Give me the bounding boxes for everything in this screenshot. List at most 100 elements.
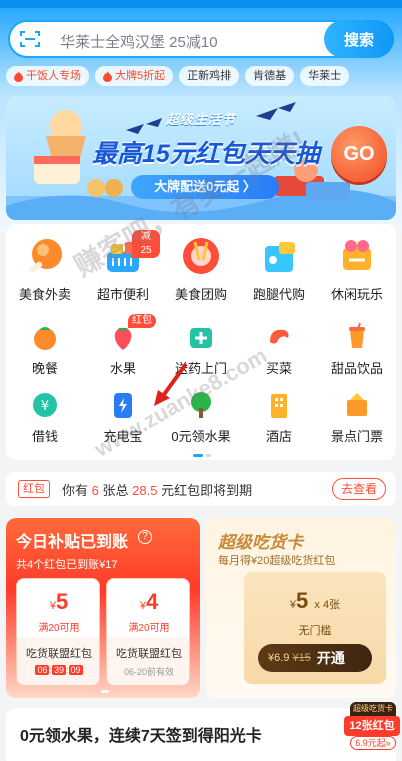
category-dessert-drink[interactable]: 甜品饮品 xyxy=(320,322,394,377)
grid-pager xyxy=(193,454,211,457)
promo-banner[interactable]: 超级生活节 最高15元红包天天抽 大牌配送0元起 〉 GO xyxy=(6,96,396,220)
hot-tags: 干饭人专场 大牌5折起 正新鸡排 肯德基 华莱士 xyxy=(6,66,350,86)
dinner-icon xyxy=(30,322,60,352)
coupon-expiry: 06-20前有效 xyxy=(123,667,175,677)
redpacket-reminder[interactable]: 红包 你有 6 张总 28.5 元红包即将到期 去查看 xyxy=(6,472,396,506)
foodie-title: 超级吃货卡 xyxy=(218,533,303,552)
tag-label: 大牌5折起 xyxy=(115,70,166,82)
coupon-card[interactable]: ¥5 满20可用 吃货联盟红包 06:39:09 xyxy=(16,578,100,686)
category-food-delivery[interactable]: 美食外卖 xyxy=(8,234,82,303)
leisure-icon xyxy=(335,234,379,278)
foodie-offer: ¥5 x 4张 无门槛 ¥6.9 ¥15 开通 xyxy=(244,572,386,684)
category-label: 跑腿代购 xyxy=(252,287,305,302)
redpacket-amount: 28.5 xyxy=(132,483,158,498)
category-ticket[interactable]: 景点门票 xyxy=(320,390,394,445)
category-leisure[interactable]: 休闲玩乐 xyxy=(320,234,394,303)
floating-foodie-badge[interactable]: 超级吃货卡 12张红包 6.9元起» xyxy=(344,702,400,750)
category-label: 休闲玩乐 xyxy=(330,287,383,302)
yuan-coin-icon: ¥ xyxy=(30,390,60,420)
category-label: 美食外卖 xyxy=(18,287,71,302)
free-fruit-title: 0元领水果，连续7天签到得阳光卡 xyxy=(20,728,262,745)
category-grocery[interactable]: 买菜 xyxy=(242,322,316,377)
status-strip xyxy=(0,0,402,8)
category-label: 景点门票 xyxy=(330,429,383,444)
pager-dot-active xyxy=(193,454,203,457)
subsidy-title: 今日补贴已到账 xyxy=(16,534,129,551)
go-button[interactable]: GO xyxy=(331,126,387,182)
ticket-icon xyxy=(342,390,372,420)
hotel-icon xyxy=(264,390,294,420)
activate-button[interactable]: ¥6.9 ¥15 开通 xyxy=(258,644,372,672)
fried-chicken-icon xyxy=(23,234,67,278)
subsidy-desc: 共4个红包已到账¥17 xyxy=(16,559,118,571)
category-label: 酒店 xyxy=(265,429,292,444)
tag-label: 华莱士 xyxy=(308,70,342,82)
free-fruit-card[interactable]: 0元领水果，连续7天签到得阳光卡 xyxy=(6,708,396,761)
category-label: 超市便利 xyxy=(96,287,149,302)
food-group-icon xyxy=(179,234,223,278)
delivery-bag-icon xyxy=(257,234,301,278)
tag-label: 正新鸡排 xyxy=(187,70,232,82)
scan-icon[interactable] xyxy=(20,30,40,48)
coupon-amount: ¥5 xyxy=(49,589,69,614)
category-label: 买菜 xyxy=(265,361,292,376)
fire-icon xyxy=(14,70,23,82)
category-label: 借钱 xyxy=(31,429,58,444)
tag-label: 肯德基 xyxy=(253,70,287,82)
coupon-card[interactable]: ¥4 满20可用 吃货联盟红包 06-20前有效 xyxy=(106,578,190,686)
pager-dot xyxy=(206,454,211,457)
tag-label: 干饭人专场 xyxy=(26,70,81,82)
svg-text:¥: ¥ xyxy=(41,399,49,414)
category-label: 水果 xyxy=(109,361,136,376)
drink-icon xyxy=(342,322,372,352)
medicine-icon xyxy=(186,322,216,352)
tree-icon xyxy=(186,390,216,420)
coupon-countdown: 06:39:09 xyxy=(35,665,83,675)
banner-subtitle: 超级生活节 xyxy=(166,112,237,127)
category-loan[interactable]: ¥ 借钱 xyxy=(8,390,82,445)
banner-cta[interactable]: 大牌配送0元起 〉 xyxy=(131,175,279,199)
shrimp-icon xyxy=(264,322,294,352)
category-grid: 美食外卖 减25 超市便利 美食团购 跑腿代购 休闲玩乐 晚餐 红包 水果 送药… xyxy=(6,224,396,460)
foodie-threshold: 无门槛 xyxy=(298,625,332,637)
foodie-card[interactable]: 超级吃货卡 每月得¥20超级吃货红包 ¥5 x 4张 无门槛 ¥6.9 ¥15 … xyxy=(206,518,396,698)
category-dinner[interactable]: 晚餐 xyxy=(8,322,82,377)
redpacket-text: 你有 6 张总 28.5 元红包即将到期 xyxy=(62,483,253,498)
category-label: 晚餐 xyxy=(31,361,58,376)
redpacket-badge: 红包 xyxy=(128,314,156,328)
redpacket-tag: 红包 xyxy=(18,480,50,498)
category-label: 充电宝 xyxy=(103,429,143,444)
view-redpacket-button[interactable]: 去查看 xyxy=(332,478,386,500)
daily-subsidy-card[interactable]: 今日补贴已到账 ? 共4个红包已到账¥17 ¥5 满20可用 吃货联盟红包 06… xyxy=(6,518,200,698)
category-power-bank[interactable]: 充电宝 xyxy=(86,390,160,445)
coupon-pager xyxy=(101,690,116,693)
search-input[interactable]: 华莱士全鸡汉堡 25减10 xyxy=(60,31,218,52)
tag-chip[interactable]: 大牌5折起 xyxy=(95,66,174,86)
tag-chip[interactable]: 正新鸡排 xyxy=(179,66,240,86)
coupon-name: 吃货联盟红包 xyxy=(116,648,182,660)
help-icon[interactable]: ? xyxy=(138,530,152,544)
banner-title: 最高15元红包天天抽 xyxy=(92,140,320,168)
category-hotel[interactable]: 酒店 xyxy=(242,390,316,445)
coupon-condition: 满20可用 xyxy=(128,623,170,634)
tag-chip[interactable]: 肯德基 xyxy=(245,66,295,86)
redpacket-count: 6 xyxy=(91,483,99,498)
category-label: 甜品饮品 xyxy=(330,361,383,376)
category-supermarket[interactable]: 减25 超市便利 xyxy=(86,230,160,303)
tag-chip[interactable]: 干饭人专场 xyxy=(6,66,89,86)
coupon-condition: 满20可用 xyxy=(38,623,80,634)
fire-icon xyxy=(103,70,112,82)
search-bar[interactable]: 华莱士全鸡汉堡 25减10 搜索 xyxy=(8,20,394,58)
category-fruit[interactable]: 红包 水果 xyxy=(86,314,160,377)
foodie-amount: ¥5 x 4张 xyxy=(289,588,341,613)
foodie-subtitle: 每月得¥20超级吃货红包 xyxy=(218,555,336,567)
power-bank-icon xyxy=(108,390,138,420)
category-group-buy[interactable]: 美食团购 xyxy=(164,234,238,303)
category-errand[interactable]: 跑腿代购 xyxy=(242,234,316,303)
coupon-name: 吃货联盟红包 xyxy=(26,648,92,660)
coupon-amount: ¥4 xyxy=(139,589,159,614)
tag-chip[interactable]: 华莱士 xyxy=(300,66,350,86)
search-button[interactable]: 搜索 xyxy=(324,20,394,58)
category-label: 美食团购 xyxy=(174,287,227,302)
discount-badge: 减25 xyxy=(132,230,160,258)
